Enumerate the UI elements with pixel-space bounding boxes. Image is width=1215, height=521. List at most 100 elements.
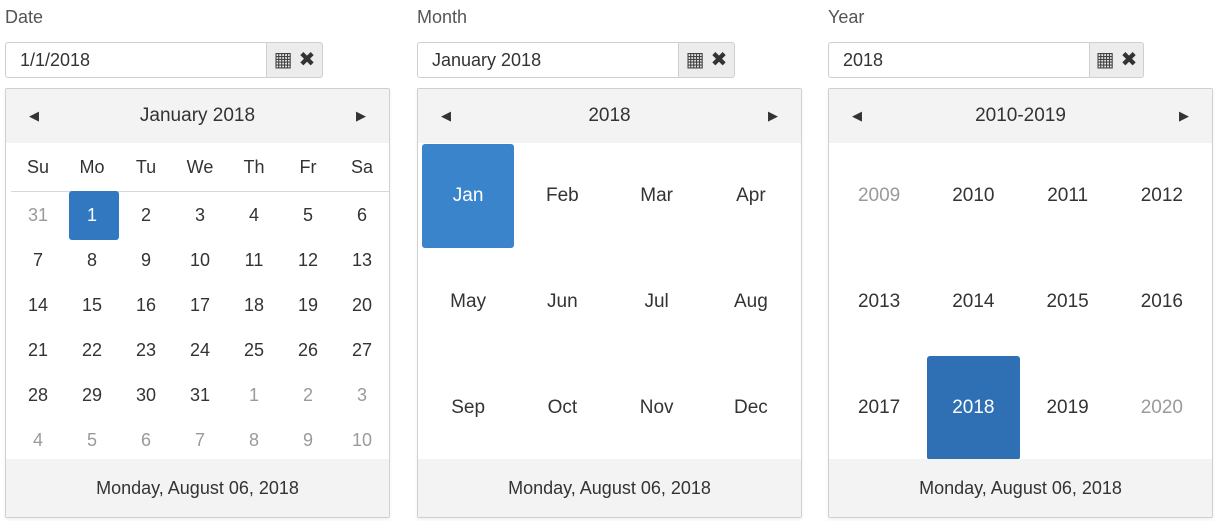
next-arrow-icon[interactable]: ▶ bbox=[753, 89, 793, 143]
day-cell[interactable]: 7 bbox=[173, 418, 227, 463]
month-cell[interactable]: Aug bbox=[704, 249, 798, 355]
year-cell[interactable]: 2015 bbox=[1021, 249, 1115, 355]
day-cell[interactable]: 5 bbox=[281, 193, 335, 238]
day-cell[interactable]: 31 bbox=[173, 373, 227, 418]
day-cell[interactable]: 30 bbox=[119, 373, 173, 418]
calendar-title[interactable]: 2018 bbox=[478, 89, 741, 143]
year-cell[interactable]: 2013 bbox=[832, 249, 926, 355]
year-cell[interactable]: 2019 bbox=[1021, 355, 1115, 461]
day-cell[interactable]: 8 bbox=[65, 238, 119, 283]
year-input-group: ▦ ✖ bbox=[828, 42, 1144, 78]
year-cell[interactable]: 2017 bbox=[832, 355, 926, 461]
day-cell[interactable]: 7 bbox=[11, 238, 65, 283]
prev-arrow-icon[interactable]: ◀ bbox=[14, 89, 54, 143]
today-footer[interactable]: Monday, August 06, 2018 bbox=[418, 459, 801, 517]
month-cell[interactable]: Nov bbox=[610, 355, 704, 461]
day-number: 5 bbox=[86, 430, 97, 450]
month-cell[interactable]: Jun bbox=[515, 249, 609, 355]
day-cell[interactable]: 29 bbox=[65, 373, 119, 418]
day-cell[interactable]: 21 bbox=[11, 328, 65, 373]
day-cell[interactable]: 2 bbox=[281, 373, 335, 418]
day-cell[interactable]: 17 bbox=[173, 283, 227, 328]
year-cell-selected[interactable]: 2018 bbox=[926, 355, 1020, 461]
calendar-icon[interactable]: ▦ bbox=[274, 50, 293, 70]
clear-icon[interactable]: ✖ bbox=[1121, 50, 1138, 70]
weekday-header: Su bbox=[26, 156, 50, 177]
day-cell[interactable]: 16 bbox=[119, 283, 173, 328]
day-cell[interactable]: 10 bbox=[335, 418, 389, 463]
day-cell-selected[interactable]: 1 bbox=[65, 191, 119, 240]
day-number: 18 bbox=[243, 295, 265, 315]
month-cell[interactable]: Apr bbox=[704, 143, 798, 249]
day-cell[interactable]: 31 bbox=[11, 193, 65, 238]
year-label: 2017 bbox=[857, 397, 901, 418]
month-cell-selected[interactable]: Jan bbox=[421, 143, 515, 249]
day-cell[interactable]: 1 bbox=[227, 373, 281, 418]
day-number: 23 bbox=[135, 340, 157, 360]
calendar-icon[interactable]: ▦ bbox=[1096, 50, 1115, 70]
clear-icon[interactable]: ✖ bbox=[711, 50, 728, 70]
day-cell[interactable]: 3 bbox=[173, 193, 227, 238]
year-cell[interactable]: 2020 bbox=[1115, 355, 1209, 461]
day-cell[interactable]: 27 bbox=[335, 328, 389, 373]
day-cell[interactable]: 3 bbox=[335, 373, 389, 418]
day-cell[interactable]: 10 bbox=[173, 238, 227, 283]
day-cell[interactable]: 4 bbox=[11, 418, 65, 463]
day-cell[interactable]: 23 bbox=[119, 328, 173, 373]
day-cell[interactable]: 9 bbox=[281, 418, 335, 463]
day-cell[interactable]: 5 bbox=[65, 418, 119, 463]
next-arrow-icon[interactable]: ▶ bbox=[1164, 89, 1204, 143]
month-cell[interactable]: Oct bbox=[515, 355, 609, 461]
day-cell[interactable]: 6 bbox=[335, 193, 389, 238]
day-cell[interactable]: 9 bbox=[119, 238, 173, 283]
month-cell[interactable]: Sep bbox=[421, 355, 515, 461]
calendar-title[interactable]: 2010-2019 bbox=[889, 89, 1152, 143]
month-label: Dec bbox=[733, 397, 768, 418]
year-label: 2019 bbox=[1046, 397, 1089, 418]
month-cell[interactable]: Jul bbox=[610, 249, 704, 355]
month-label: Feb bbox=[546, 185, 579, 206]
month-cell[interactable]: Feb bbox=[515, 143, 609, 249]
next-arrow-icon[interactable]: ▶ bbox=[341, 89, 381, 143]
year-input[interactable] bbox=[828, 42, 1090, 78]
weekday-header: Th bbox=[243, 156, 265, 177]
month-cell[interactable]: Mar bbox=[610, 143, 704, 249]
day-cell[interactable]: 8 bbox=[227, 418, 281, 463]
year-cell[interactable]: 2014 bbox=[926, 249, 1020, 355]
year-cell[interactable]: 2010 bbox=[926, 143, 1020, 249]
day-cell[interactable]: 18 bbox=[227, 283, 281, 328]
date-input[interactable] bbox=[5, 42, 267, 78]
month-cell[interactable]: May bbox=[421, 249, 515, 355]
year-cell[interactable]: 2009 bbox=[832, 143, 926, 249]
today-footer[interactable]: Monday, August 06, 2018 bbox=[6, 459, 389, 517]
day-cell[interactable]: 28 bbox=[11, 373, 65, 418]
year-cell[interactable]: 2016 bbox=[1115, 249, 1209, 355]
day-cell[interactable]: 26 bbox=[281, 328, 335, 373]
calendar-icon[interactable]: ▦ bbox=[686, 50, 705, 70]
day-cell[interactable]: 6 bbox=[119, 418, 173, 463]
day-cell[interactable]: 20 bbox=[335, 283, 389, 328]
day-cell[interactable]: 19 bbox=[281, 283, 335, 328]
today-footer[interactable]: Monday, August 06, 2018 bbox=[829, 459, 1212, 517]
prev-arrow-icon[interactable]: ◀ bbox=[426, 89, 466, 143]
year-cell[interactable]: 2012 bbox=[1115, 143, 1209, 249]
day-cell[interactable]: 25 bbox=[227, 328, 281, 373]
weekday-header-row: Su Mo Tu We Th Fr Sa bbox=[11, 143, 389, 192]
day-cell[interactable]: 2 bbox=[119, 193, 173, 238]
day-cell[interactable]: 24 bbox=[173, 328, 227, 373]
day-cell[interactable]: 22 bbox=[65, 328, 119, 373]
day-cell[interactable]: 4 bbox=[227, 193, 281, 238]
calendar-header: ◀ 2018 ▶ bbox=[418, 89, 801, 143]
day-cell[interactable]: 12 bbox=[281, 238, 335, 283]
day-cell[interactable]: 13 bbox=[335, 238, 389, 283]
month-cell[interactable]: Dec bbox=[704, 355, 798, 461]
clear-icon[interactable]: ✖ bbox=[299, 50, 316, 70]
day-cell[interactable]: 14 bbox=[11, 283, 65, 328]
day-cell[interactable]: 11 bbox=[227, 238, 281, 283]
prev-arrow-icon[interactable]: ◀ bbox=[837, 89, 877, 143]
month-input[interactable] bbox=[417, 42, 679, 78]
day-cell[interactable]: 15 bbox=[65, 283, 119, 328]
year-cell[interactable]: 2011 bbox=[1021, 143, 1115, 249]
day-number: 14 bbox=[27, 295, 49, 315]
calendar-title[interactable]: January 2018 bbox=[66, 89, 329, 143]
